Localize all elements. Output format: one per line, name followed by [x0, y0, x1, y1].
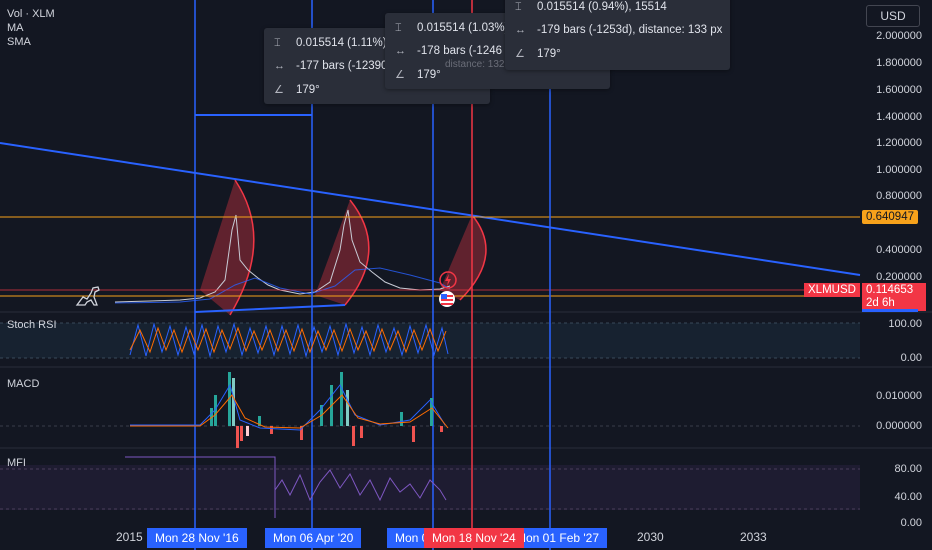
price-axis-tick: 0.400000: [876, 244, 922, 256]
macd-axis-tick: 0.010000: [876, 390, 922, 402]
tooltip-angle: 179°: [417, 69, 441, 81]
stoch-rsi-title[interactable]: Stoch RSI: [7, 319, 57, 331]
angle-icon: ∠: [515, 48, 525, 60]
legend-volume[interactable]: Vol · XLM: [7, 8, 55, 20]
tooltip-angle: 179°: [296, 84, 320, 96]
price-axis-tick: 1.600000: [876, 84, 922, 96]
tooltip-bars: -177 bars (-12390: [296, 60, 388, 72]
legend-ma[interactable]: MA: [7, 22, 24, 34]
macd-signal: [130, 394, 449, 429]
date-range-icon: ↔: [274, 60, 285, 72]
price-axis-tick: 0.800000: [876, 190, 922, 202]
price-range-icon: ⌶: [274, 37, 281, 49]
mfi-axis-tick: 40.00: [894, 491, 922, 503]
time-marker-label[interactable]: Mon 28 Nov '16: [147, 528, 247, 548]
mfi-axis-tick: 80.00: [894, 463, 922, 475]
base-segment[interactable]: [194, 304, 346, 313]
stoch-axis-tick: 100.00: [888, 318, 922, 330]
current-price-tag: 0.114653 2d 6h: [862, 283, 926, 311]
mfi-band: [0, 465, 860, 510]
time-axis-label: 2030: [637, 530, 664, 544]
date-range-icon: ↔: [515, 24, 526, 36]
measure-tooltip-3[interactable]: ⌶ 0.015514 (0.94%), 15514 ↔ -179 bars (-12…: [505, 0, 730, 70]
level-price-tag[interactable]: 0.640947: [862, 210, 918, 224]
symbol-tag: XLMUSD: [804, 283, 860, 297]
time-marker-label[interactable]: Mon 06 Apr '20: [265, 528, 362, 548]
dinosaur-icon[interactable]: [75, 285, 103, 307]
long-trendline[interactable]: [0, 142, 861, 276]
currency-button[interactable]: USD: [866, 5, 920, 27]
current-price-value: 0.114653: [866, 284, 914, 296]
price-axis-tick: 2.000000: [876, 30, 922, 42]
ma-series: [114, 267, 451, 304]
price-axis-tick: 1.000000: [876, 164, 922, 176]
price-axis-tick: 1.400000: [876, 111, 922, 123]
price-axis-tick: 1.800000: [876, 57, 922, 69]
price-range-icon: ⌶: [395, 22, 402, 34]
price-axis-tick: 1.200000: [876, 137, 922, 149]
tooltip-bars: -178 bars (-1246: [417, 45, 503, 57]
tooltip-change: 0.015514 (1.03%): [417, 22, 509, 34]
us-flag-icon[interactable]: [438, 290, 456, 308]
time-marker-label-red[interactable]: Mon 18 Nov '24: [424, 528, 524, 548]
tooltip-change: 0.015514 (0.94%), 15514: [537, 1, 667, 13]
mfi-axis-tick: 0.00: [900, 517, 922, 529]
legend-sma[interactable]: SMA: [7, 36, 31, 48]
angle-icon: ∠: [274, 84, 284, 96]
tooltip-bars: -179 bars (-1253d), distance: 133 px: [537, 24, 723, 36]
mfi-title[interactable]: MFI: [7, 457, 26, 469]
tooltip-change: 0.015514 (1.11%),: [296, 37, 390, 49]
time-axis-highlight: [862, 309, 918, 312]
price-axis-tick: 0.200000: [876, 271, 922, 283]
macd-title[interactable]: MACD: [7, 378, 39, 390]
angle-icon: ∠: [395, 69, 405, 81]
macd-axis-tick: 0.000000: [876, 420, 922, 432]
chart-window[interactable]: Vol · XLM MA SMA USD 2.000000 1.800000 1…: [0, 0, 932, 550]
time-axis-label: 2033: [740, 530, 767, 544]
tooltip-angle: 179°: [537, 48, 561, 60]
stoch-axis-tick: 0.00: [900, 352, 922, 364]
price-range-icon: ⌶: [515, 1, 522, 13]
time-axis-label: 2015: [116, 530, 143, 544]
flash-icon[interactable]: [438, 270, 458, 290]
date-range-icon: ↔: [395, 45, 406, 57]
